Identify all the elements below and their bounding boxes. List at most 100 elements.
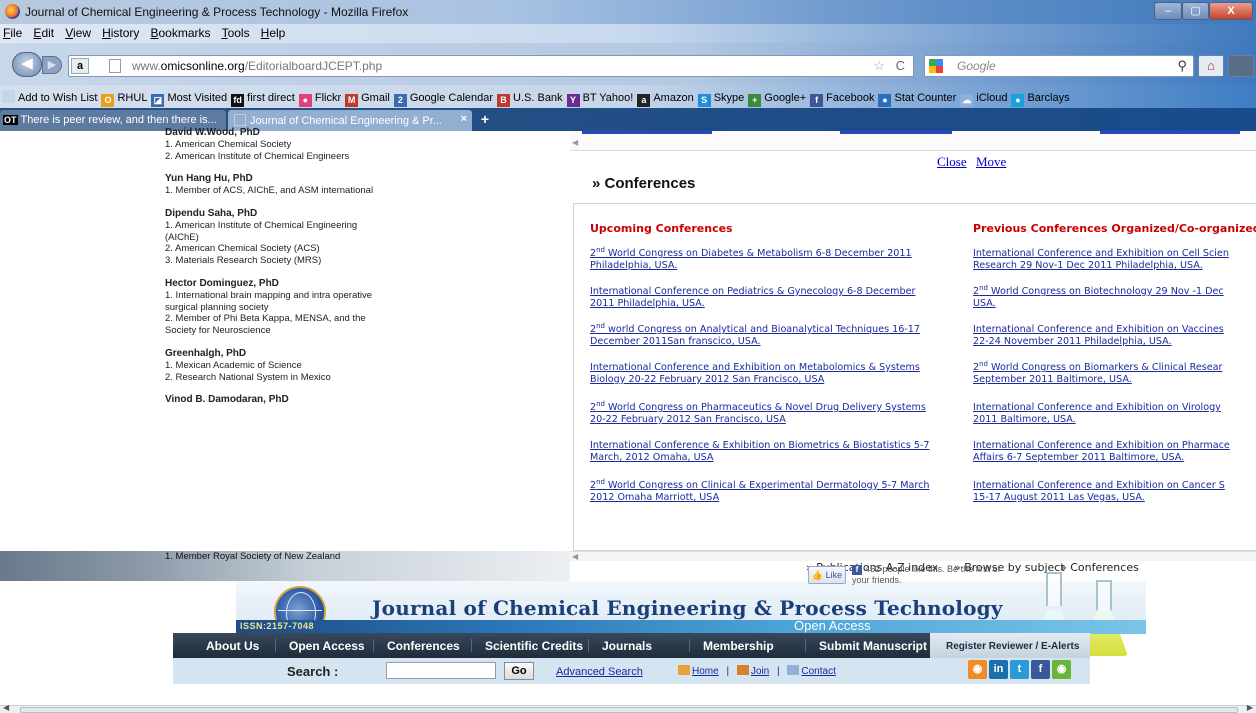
popup-close-link[interactable]: Close [937,154,967,170]
scrollbar-thumb[interactable] [20,707,1238,713]
google-icon[interactable] [929,59,943,73]
conference-link[interactable]: International Conference on Pediatrics &… [590,286,915,310]
conference-line: International Conference on Pediatrics &… [590,286,915,298]
minimize-button[interactable]: – [1154,2,1182,20]
forward-button[interactable]: ▶ [42,56,62,74]
bookmark-item[interactable]: f Facebook [808,87,876,107]
bookmark-item[interactable]: B U.S. Bank [495,87,565,107]
go-button[interactable]: Go [504,662,534,680]
editor-entry: Greenhalgh, PhD 1. Mexican Academic of Sc… [165,348,375,383]
rss-green-icon[interactable]: ◉ [1052,660,1071,679]
menu-view[interactable]: View [62,24,96,40]
bookmark-item[interactable]: Add to Wish List [0,85,99,104]
url-text[interactable]: www.omicsonline.org/EditorialboardJCEPT.… [132,59,382,73]
scroll-left-icon[interactable]: ◀ [3,703,9,712]
nav-item-about-us[interactable]: About Us [206,639,259,653]
url-bar[interactable]: a www.omicsonline.org/EditorialboardJCEP… [68,55,914,77]
conference-line: International Conference and Exhibition … [973,248,1229,260]
editor-affiliation: 1. International brain mapping and intra… [165,289,373,313]
popup-move-link[interactable]: Move [976,154,1006,170]
bookmark-item[interactable]: + Google+ [746,87,808,107]
menu-edit[interactable]: Edit [30,24,59,40]
search-icon[interactable]: ⚲ [1177,58,1187,74]
site-search-input[interactable] [386,662,496,679]
search-engine-box[interactable]: Google ⚲ [924,55,1194,77]
scroll-left-icon[interactable]: ◀ [572,138,578,147]
conference-line2: 20-22 February 2012 San Francisco, USA [590,414,786,425]
site-identity-icon[interactable]: a [71,58,89,74]
journal-title[interactable]: Journal of Chemical Engineering & Proces… [372,596,1003,620]
menu-help[interactable]: Help [258,24,291,40]
conference-link[interactable]: 2nd World Congress on Biomarkers & Clini… [973,359,1222,386]
extension-button[interactable] [1228,55,1254,77]
conference-link[interactable]: International Conference & Exhibition on… [590,440,930,464]
popup-top-scrollbar[interactable]: ◀ [570,131,1256,151]
new-tab-button[interactable]: + [474,111,496,129]
conference-line2: 15-17 August 2011 Las Vegas, USA. [973,492,1145,503]
bookmark-item[interactable]: 2 Google Calendar [392,87,495,107]
home-link[interactable]: Home [692,666,719,677]
menu-file[interactable]: File [0,24,27,40]
rss-icon[interactable]: ◉ [968,660,987,679]
conference-line2: 2012 Omaha Marriott, USA [590,492,720,503]
cut-link[interactable] [1100,131,1240,134]
nav-item-submit-manuscript[interactable]: Submit Manuscript [819,639,927,653]
conference-title: International Conference on Pediatrics &… [590,286,916,297]
conference-link[interactable]: International Conference and Exhibition … [973,480,1225,504]
twitter-icon[interactable]: t [1010,660,1029,679]
nav-item-membership[interactable]: Membership [703,639,774,653]
scroll-right-icon[interactable]: ▶ [1247,703,1253,712]
conference-link[interactable]: International Conference and Exhibition … [973,248,1229,272]
open-access-label: Open Access [794,618,871,633]
bookmark-item[interactable]: ● Stat Counter [876,87,958,107]
conference-line2: 22-24 November 2011 Philadelphia, USA. [973,336,1172,347]
bookmark-item[interactable]: O RHUL [99,87,149,107]
conference-link[interactable]: 2nd World Congress on Diabetes & Metabol… [590,246,912,272]
bookmark-item[interactable]: ☁ iCloud [958,87,1009,107]
cut-link[interactable] [840,131,952,134]
nav-item-scientific-credits[interactable]: Scientific Credits [485,639,583,653]
maximize-button[interactable]: ▢ [1182,2,1209,20]
bookmark-item[interactable]: Y BT Yahoo! [565,87,636,107]
menu-tools[interactable]: Tools [219,24,255,40]
bookmark-item[interactable]: a Amazon [635,87,695,107]
close-window-button[interactable]: X [1209,2,1253,20]
conference-link[interactable]: 2nd World Congress on Pharmaceutics & No… [590,400,926,426]
facebook-like-button[interactable]: 👍 Like [808,566,846,584]
bookmark-item[interactable]: ◪ Most Visited [149,87,229,107]
join-link[interactable]: Join [751,666,769,677]
conference-link[interactable]: International Conference and Exhibition … [973,402,1221,426]
bookmark-item[interactable]: S Skype [696,87,747,107]
home-button[interactable]: ⌂ [1198,55,1224,77]
tab-close-icon[interactable]: × [461,113,467,125]
cut-link[interactable] [582,131,712,134]
conference-link[interactable]: 2nd World Congress on Biotechnology 29 N… [973,284,1224,310]
bookmark-item[interactable]: M Gmail [343,87,392,107]
contact-link[interactable]: Contact [801,666,835,677]
bookmark-item[interactable]: ● Flickr [297,87,343,107]
bookmark-item[interactable]: fd first direct [229,87,297,107]
menu-history[interactable]: History [99,24,144,40]
conference-link[interactable]: International Conference and Exhibition … [973,324,1224,348]
conference-link[interactable]: International Conference and Exhibition … [590,362,920,386]
reload-icon[interactable]: C [896,58,905,73]
conference-link[interactable]: 2nd world Congress on Analytical and Bio… [590,322,920,348]
menu-bookmarks[interactable]: Bookmarks [147,24,215,40]
conference-link[interactable]: 2nd World Congress on Clinical & Experim… [590,478,929,504]
ordinal-suffix: nd [979,359,988,368]
bookmark-item[interactable]: ● Barclays [1009,87,1071,107]
horizontal-scrollbar[interactable]: ◀ ▶ [0,703,1256,713]
register-reviewer-link[interactable]: Register Reviewer / E-Alerts [930,633,1090,658]
nav-item-journals[interactable]: Journals [602,639,652,653]
like-label: Like [825,570,843,580]
window-titlebar[interactable]: Journal of Chemical Engineering & Proces… [0,0,1256,24]
advanced-search-link[interactable]: Advanced Search [556,666,643,678]
nav-item-open-access[interactable]: Open Access [289,639,365,653]
back-button[interactable]: ◀ [12,52,42,77]
facebook-icon[interactable]: f [1031,660,1050,679]
linkedin-icon[interactable]: in [989,660,1008,679]
nav-item-conferences[interactable]: Conferences [387,639,460,653]
bookmark-star-icon[interactable]: ☆ [873,58,885,74]
bookmark-icon: fd [231,94,245,107]
conference-link[interactable]: International Conference and Exhibition … [973,440,1230,464]
